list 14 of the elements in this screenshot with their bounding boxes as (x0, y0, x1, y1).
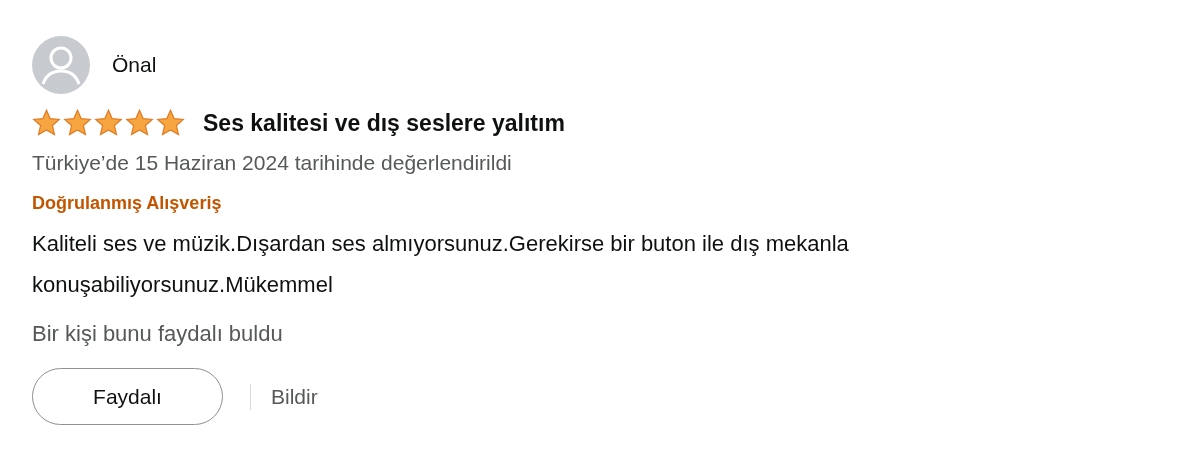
helpful-button[interactable]: Faydalı (32, 368, 223, 425)
helpful-count: Bir kişi bunu faydalı buldu (32, 320, 284, 348)
star-icon (125, 109, 154, 138)
review-date: Türkiye’de 15 Haziran 2024 tarihinde değerlendirildi (32, 149, 513, 176)
verified-purchase-label: Doğrulanmış Alışveriş (32, 192, 223, 215)
review-title[interactable]: Ses kalitesi ve dış seslere yalıtım (203, 106, 565, 141)
report-link[interactable]: Bildir (250, 383, 318, 410)
star-icon (156, 109, 185, 138)
star-icon (94, 109, 123, 138)
avatar-icon (32, 36, 90, 94)
review-text: Kaliteli ses ve müzik.Dışardan ses almıyorsunuz.Gerekirse bir buton ile dış mekanla konuşabiliyorsunuz.Mükemmel (32, 230, 850, 299)
star-icon (32, 109, 61, 138)
star-icon (63, 109, 92, 138)
reviewer-name: Önal (112, 52, 157, 79)
